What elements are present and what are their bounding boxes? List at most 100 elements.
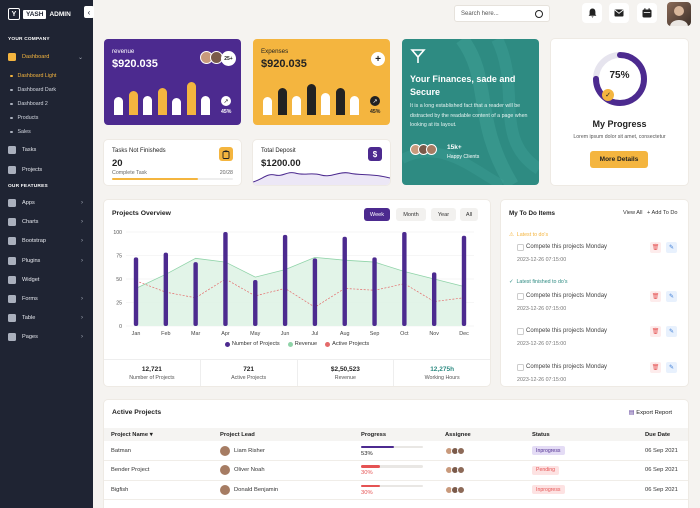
happy-clients-label: Happy Clients xyxy=(447,154,480,160)
chevron-right-icon: › xyxy=(81,238,83,244)
edit-icon[interactable]: ✎ xyxy=(666,362,677,373)
y-tick-label: 100 xyxy=(113,230,122,236)
bar-aug xyxy=(342,236,347,326)
bar-may xyxy=(253,279,258,326)
legend-item[interactable]: Number of Projects xyxy=(224,341,280,347)
project-progress: 30% xyxy=(354,480,438,500)
col-progress: Progress xyxy=(354,428,438,441)
sidebar-item-forms[interactable]: Forms › xyxy=(0,292,93,306)
more-details-button[interactable]: More Details xyxy=(590,151,648,168)
checkbox[interactable] xyxy=(517,293,524,300)
checkbox[interactable] xyxy=(517,364,524,371)
table-row[interactable]: Bigfish Donald Benjamin 30% Inprogress 06 Se… xyxy=(104,480,688,500)
tab-year[interactable]: Year xyxy=(431,208,456,221)
col-project-name[interactable]: Project Name ▾ xyxy=(104,428,213,441)
brand-logo[interactable]: Y YASH ADMIN xyxy=(8,7,71,21)
chevron-right-icon: › xyxy=(81,200,83,206)
trash-icon[interactable]: 🗑 xyxy=(650,291,661,302)
add-todo-link[interactable]: + Add To Do xyxy=(647,210,678,216)
edit-icon[interactable]: ✎ xyxy=(666,291,677,302)
project-name[interactable]: Bigfish xyxy=(104,480,213,500)
edit-icon[interactable]: ✎ xyxy=(666,242,677,253)
mini-bar xyxy=(321,92,330,115)
tab-week[interactable]: Week xyxy=(364,208,390,221)
revenue-pct: 45% xyxy=(221,109,232,115)
project-name[interactable]: Bender Project xyxy=(104,460,213,481)
checkbox[interactable] xyxy=(517,328,524,335)
todo-item[interactable]: Compete this projects Monday 2023-12-26 0… xyxy=(509,362,681,386)
export-report-button[interactable]: ▤ Export Report xyxy=(629,410,672,416)
plus-icon[interactable]: + xyxy=(371,52,385,66)
todo-item[interactable]: Compete this projects Monday 2023-12-26 0… xyxy=(509,242,681,280)
project-due-date: 06 Sep 2021 xyxy=(638,441,688,461)
todo-item[interactable]: Compete this projects Monday 2023-12-26 0… xyxy=(509,291,681,329)
table-row[interactable]: Batman Liam Risher 53% Inprogress 06 Sep 202… xyxy=(104,441,688,461)
calendar-button[interactable] xyxy=(637,3,657,23)
sidebar-subitem-dashboard-2[interactable]: Dashboard 2 xyxy=(10,101,48,107)
todo-item[interactable]: Compete this projects Monday 2023-12-26 0… xyxy=(509,326,681,364)
avatar xyxy=(457,446,465,455)
project-lead: Donald Benjamin xyxy=(213,480,354,500)
x-tick-label: Dec xyxy=(459,331,469,337)
trash-icon[interactable]: 🗑 xyxy=(650,242,661,253)
legend-item[interactable]: Revenue xyxy=(287,341,317,347)
user-avatar[interactable] xyxy=(667,2,691,26)
check-icon: ✓ xyxy=(509,279,514,285)
project-lead: Oliver Noah xyxy=(213,460,354,481)
trend-up-icon: ↗ xyxy=(370,96,380,106)
sidebar-subitem-sales[interactable]: Sales xyxy=(10,129,31,135)
deposit-title: Total Deposit xyxy=(261,148,296,154)
progress-bar xyxy=(361,465,423,468)
sidebar-item-widget[interactable]: Widget xyxy=(0,273,93,287)
view-all-link[interactable]: View All xyxy=(623,210,643,216)
checkbox[interactable] xyxy=(517,244,524,251)
tasks-card: Tasks Not Finisheds 20 Complete Task 20/… xyxy=(104,140,241,185)
chevron-left-icon[interactable]: ‹ xyxy=(84,6,94,18)
sidebar-item-table[interactable]: Table › xyxy=(0,311,93,325)
bell-button[interactable] xyxy=(582,3,602,23)
sidebar-subitem-products[interactable]: Products xyxy=(10,115,39,121)
tab-month[interactable]: Month xyxy=(396,208,426,221)
sidebar-subitem-dashboard-dark[interactable]: Dashboard Dark xyxy=(10,87,57,93)
trash-icon[interactable]: 🗑 xyxy=(650,326,661,337)
sidebar-subitem-dashboard-light[interactable]: Dashboard Light xyxy=(10,73,57,79)
project-progress: 30% xyxy=(354,460,438,481)
project-progress: 53% xyxy=(354,441,438,461)
legend-item[interactable]: Active Projects xyxy=(325,341,369,347)
table-row[interactable]: Bender Project Oliver Noah 30% Pending 06 Se… xyxy=(104,460,688,481)
table-header-row: Project Name ▾ Project Lead Progress Ass… xyxy=(104,428,688,441)
finance-title: Your Finances, sade and Secure xyxy=(410,74,516,97)
legend-label: Active Projects xyxy=(332,341,370,347)
revenue-area xyxy=(136,257,464,326)
sidebar-item-bootstrap[interactable]: Bootstrap › xyxy=(0,234,93,248)
apps-icon xyxy=(8,199,16,207)
client-avatars xyxy=(410,144,437,155)
sidebar-item-apps[interactable]: Apps › xyxy=(0,196,93,210)
pages-icon xyxy=(8,333,16,341)
col-status: Status xyxy=(525,428,638,441)
overview-stats: 12,721 Number of Projects 721 Active Proje… xyxy=(104,359,490,386)
project-name[interactable]: Batman xyxy=(104,441,213,461)
mail-button[interactable] xyxy=(609,3,629,23)
sidebar-item-projects[interactable]: Projects xyxy=(0,163,93,177)
trash-icon[interactable]: 🗑 xyxy=(650,362,661,373)
progress-title: My Progress xyxy=(592,119,647,129)
x-tick-label: Aug xyxy=(340,331,350,337)
y-tick-label: 25 xyxy=(116,301,122,307)
tab-all[interactable]: All xyxy=(460,208,478,221)
sidebar-item-pages[interactable]: Pages › xyxy=(0,330,93,344)
search-input[interactable]: Search here... xyxy=(454,5,550,22)
project-status: Inprogress xyxy=(525,480,638,500)
mini-bar xyxy=(263,96,272,115)
mail-icon xyxy=(614,9,624,17)
bar-apr xyxy=(223,232,228,326)
search-icon[interactable] xyxy=(535,10,543,18)
charts-icon xyxy=(8,218,16,226)
sidebar-item-tasks[interactable]: Tasks xyxy=(0,143,93,157)
bootstrap-icon xyxy=(8,237,16,245)
sidebar-item-charts[interactable]: Charts › xyxy=(0,215,93,229)
sidebar-item-plugins[interactable]: Plugins › xyxy=(0,254,93,268)
sidebar-item-dashboard[interactable]: Dashboard ⌄ xyxy=(0,50,93,64)
mini-bar xyxy=(350,96,359,115)
edit-icon[interactable]: ✎ xyxy=(666,326,677,337)
